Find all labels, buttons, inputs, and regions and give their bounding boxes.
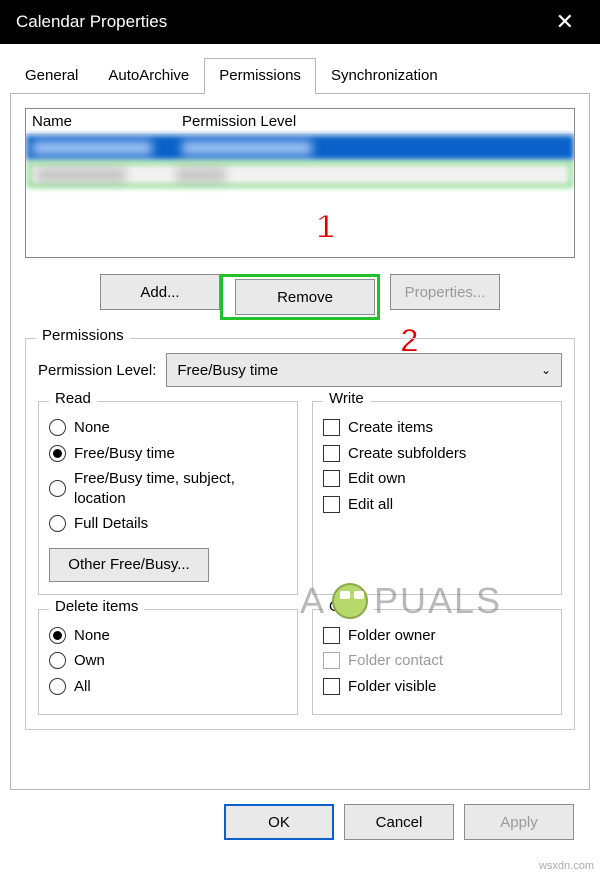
read-freebusy-subject[interactable]: Free/Busy time, subject, location — [49, 469, 287, 508]
properties-button: Properties... — [390, 274, 500, 310]
write-create-subfolders[interactable]: Create subfolders — [323, 444, 551, 464]
write-group-title: Write — [323, 390, 370, 407]
other-folder-owner[interactable]: Folder owner — [323, 626, 551, 646]
read-none[interactable]: None — [49, 418, 287, 438]
source-label: wsxdn.com — [539, 860, 594, 872]
remove-button[interactable]: Remove — [235, 279, 375, 315]
write-edit-own[interactable]: Edit own — [323, 469, 551, 489]
other-folder-contact: Folder contact — [323, 651, 551, 671]
watermark: APUALS — [300, 580, 502, 622]
write-edit-all[interactable]: Edit all — [323, 495, 551, 515]
read-full[interactable]: Full Details — [49, 514, 287, 534]
perm-level-value: Free/Busy time — [177, 362, 278, 379]
read-freebusy[interactable]: Free/Busy time — [49, 444, 287, 464]
annotation-1: 1 — [316, 208, 335, 247]
delete-group-title: Delete items — [49, 598, 144, 615]
tab-general[interactable]: General — [10, 58, 93, 94]
tab-autoarchive[interactable]: AutoArchive — [93, 58, 204, 94]
ok-button[interactable]: OK — [224, 804, 334, 840]
tab-permissions[interactable]: Permissions — [204, 58, 316, 94]
close-icon[interactable]: ✕ — [546, 5, 584, 39]
tab-synchronization[interactable]: Synchronization — [316, 58, 453, 94]
other-folder-visible[interactable]: Folder visible — [323, 677, 551, 697]
watermark-face-icon — [332, 583, 368, 619]
perm-level-label: Permission Level: — [38, 362, 156, 379]
tabs-bar: General AutoArchive Permissions Synchron… — [10, 58, 590, 94]
delete-none[interactable]: None — [49, 626, 287, 646]
apply-button: Apply — [464, 804, 574, 840]
add-button[interactable]: Add... — [100, 274, 220, 310]
list-row-selected[interactable] — [26, 135, 574, 160]
delete-all[interactable]: All — [49, 677, 287, 697]
chevron-down-icon: ⌄ — [541, 363, 551, 377]
other-freebusy-button[interactable]: Other Free/Busy... — [49, 548, 209, 582]
cancel-button[interactable]: Cancel — [344, 804, 454, 840]
perm-level-select[interactable]: Free/Busy time ⌄ — [166, 353, 562, 387]
window-title: Calendar Properties — [16, 12, 167, 32]
list-row-highlighted[interactable] — [28, 162, 572, 187]
col-name-header[interactable]: Name — [32, 113, 182, 130]
read-group-title: Read — [49, 390, 97, 407]
delete-own[interactable]: Own — [49, 651, 287, 671]
permissions-group-title: Permissions — [36, 327, 130, 344]
col-permlevel-header[interactable]: Permission Level — [182, 113, 296, 130]
write-create-items[interactable]: Create items — [323, 418, 551, 438]
permissions-list[interactable]: Name Permission Level — [25, 108, 575, 258]
